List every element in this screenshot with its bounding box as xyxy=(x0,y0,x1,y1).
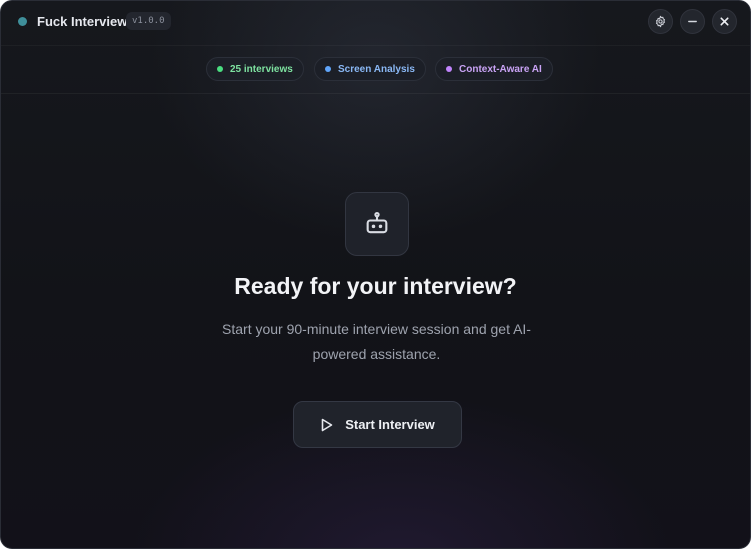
chip-screen-analysis: Screen Analysis xyxy=(314,57,426,81)
settings-button[interactable] xyxy=(648,9,673,34)
start-interview-button[interactable]: Start Interview xyxy=(293,401,462,448)
blue-dot-icon xyxy=(325,66,331,72)
robot-icon-tile xyxy=(345,192,409,256)
page-title: Ready for your interview? xyxy=(234,273,517,299)
green-dot-icon xyxy=(217,66,223,72)
gear-icon xyxy=(655,15,666,28)
play-icon xyxy=(321,418,333,431)
feature-chips: 25 interviews Screen Analysis Context-Aw… xyxy=(1,45,750,94)
page-subtitle: Start your 90-minute interview session a… xyxy=(222,321,531,362)
close-icon xyxy=(720,17,729,26)
close-button[interactable] xyxy=(712,9,737,34)
chip-label: Context-Aware AI xyxy=(459,63,542,75)
start-interview-label: Start Interview xyxy=(345,417,435,432)
app-window: Fuck Interview v1.0.0 25 interviews Scre… xyxy=(0,0,751,549)
minus-icon xyxy=(688,20,697,23)
chip-interview-count: 25 interviews xyxy=(206,57,304,81)
app-title: Fuck Interview xyxy=(37,14,128,29)
chip-label: Screen Analysis xyxy=(338,63,415,75)
robot-icon xyxy=(366,211,388,234)
minimize-button[interactable] xyxy=(680,9,705,34)
chip-label: 25 interviews xyxy=(230,63,293,75)
chip-context-aware-ai: Context-Aware AI xyxy=(435,57,553,81)
title-bar[interactable]: Fuck Interview v1.0.0 xyxy=(1,1,750,46)
purple-dot-icon xyxy=(446,66,452,72)
version-badge: v1.0.0 xyxy=(126,12,171,30)
status-dot-icon xyxy=(18,17,27,26)
